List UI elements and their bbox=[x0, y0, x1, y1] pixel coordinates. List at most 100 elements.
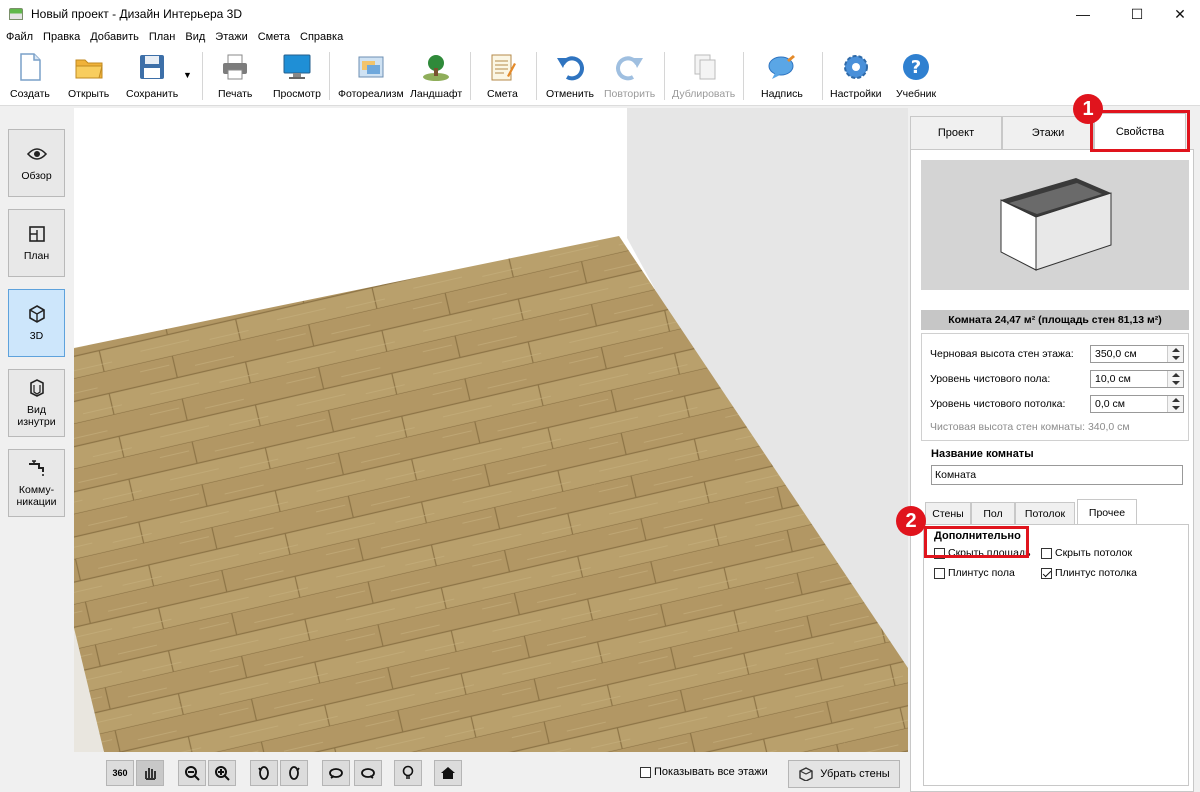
menu-estimate[interactable]: Смета bbox=[258, 31, 290, 43]
show-all-floors-checkbox[interactable]: Показывать все этажи bbox=[640, 766, 768, 778]
settings-button[interactable]: Настройки bbox=[830, 52, 882, 100]
tab-floor[interactable]: Пол bbox=[971, 502, 1015, 524]
zoom-in-button[interactable] bbox=[208, 760, 236, 786]
clean-height-info: Чистовая высота стен комнаты: 340,0 см bbox=[930, 421, 1130, 433]
hide-ceiling-box[interactable] bbox=[1041, 547, 1052, 559]
toolbar-separator bbox=[743, 52, 744, 100]
tab-ceiling[interactable]: Потолок bbox=[1015, 502, 1075, 524]
photoreal-button[interactable]: Фотореализм bbox=[338, 52, 404, 100]
menu-edit[interactable]: Правка bbox=[43, 31, 80, 43]
zoom-out-button[interactable] bbox=[178, 760, 206, 786]
rotate-right-icon bbox=[289, 766, 300, 780]
new-file-icon bbox=[15, 52, 45, 82]
spinner-arrows-icon[interactable] bbox=[1167, 396, 1183, 412]
estimate-button[interactable]: Смета bbox=[487, 52, 518, 100]
settings-label: Настройки bbox=[830, 88, 882, 100]
other-tab-body: Дополнительно Скрыть площадь Скрыть пото… bbox=[923, 524, 1189, 786]
menu-floors[interactable]: Этажи bbox=[215, 31, 247, 43]
duplicate-button[interactable]: Дублировать bbox=[672, 52, 735, 100]
undo-label: Отменить bbox=[546, 88, 594, 100]
cube-house-icon bbox=[28, 305, 45, 323]
menu-view[interactable]: Вид bbox=[185, 31, 205, 43]
rotate-right-button[interactable] bbox=[280, 760, 308, 786]
menu-add[interactable]: Добавить bbox=[90, 31, 139, 43]
room-name-title: Название комнаты bbox=[931, 448, 1034, 460]
tab-other[interactable]: Прочее bbox=[1077, 499, 1137, 525]
menu-plan[interactable]: План bbox=[149, 31, 176, 43]
help-icon: ? bbox=[901, 52, 931, 82]
printer-icon bbox=[220, 52, 250, 82]
print-button[interactable]: Печать bbox=[218, 52, 252, 100]
home-icon bbox=[441, 767, 455, 779]
highlight-floor-baseboard bbox=[924, 526, 1029, 558]
spinner-arrows-icon[interactable] bbox=[1167, 346, 1183, 362]
light-button[interactable] bbox=[394, 760, 422, 786]
overview-label: Обзор bbox=[21, 170, 52, 182]
title-bar: Новый проект - Дизайн Интерьера 3D — ☐ ✕ bbox=[0, 0, 1200, 28]
3d-viewport[interactable] bbox=[74, 108, 908, 752]
utilities-button[interactable]: Комму-никации bbox=[8, 449, 65, 517]
rotate-360-button[interactable]: 360 bbox=[106, 760, 134, 786]
tilt-up-button[interactable] bbox=[322, 760, 350, 786]
save-button[interactable]: Сохранить bbox=[126, 52, 178, 100]
rough-height-value: 350,0 см bbox=[1095, 348, 1137, 360]
save-dropdown-icon[interactable]: ▼ bbox=[183, 70, 192, 80]
tilt-down-button[interactable] bbox=[354, 760, 382, 786]
show-all-floors-box[interactable] bbox=[640, 766, 651, 778]
view-3d-button[interactable]: 3D bbox=[8, 289, 65, 357]
svg-text:?: ? bbox=[911, 57, 921, 78]
home-view-button[interactable] bbox=[434, 760, 462, 786]
hide-ceiling-label: Скрыть потолок bbox=[1055, 547, 1133, 559]
tutorial-button[interactable]: ? Учебник bbox=[896, 52, 936, 100]
menu-help[interactable]: Справка bbox=[300, 31, 343, 43]
remove-walls-button[interactable]: Убрать стены bbox=[788, 760, 900, 788]
create-button[interactable]: Создать bbox=[10, 52, 50, 100]
spinner-arrows-icon[interactable] bbox=[1167, 371, 1183, 387]
tree-icon bbox=[421, 52, 451, 82]
tab-project[interactable]: Проект bbox=[910, 116, 1002, 149]
maximize-button[interactable]: ☐ bbox=[1114, 0, 1160, 28]
toolbar-separator bbox=[536, 52, 537, 100]
gear-icon bbox=[841, 52, 871, 82]
speech-bubble-icon bbox=[767, 52, 797, 82]
room-name-input[interactable]: Комната bbox=[931, 465, 1183, 485]
room-caption: Комната 24,47 м² (площадь стен 81,13 м²) bbox=[921, 310, 1189, 330]
floor-baseboard-checkbox[interactable]: Плинтус пола bbox=[934, 567, 1015, 579]
ceiling-baseboard-checkbox[interactable]: Плинтус потолка bbox=[1041, 567, 1137, 579]
open-button[interactable]: Открыть bbox=[68, 52, 109, 100]
plan-label: План bbox=[23, 250, 50, 262]
overview-button[interactable]: Обзор bbox=[8, 129, 65, 197]
rough-height-input[interactable]: 350,0 см bbox=[1090, 345, 1184, 363]
print-label: Печать bbox=[218, 88, 253, 100]
inside-view-button[interactable]: Вид изнутри bbox=[8, 369, 65, 437]
zoom-in-icon bbox=[215, 766, 230, 781]
menu-bar: Файл Правка Добавить План Вид Этажи Смет… bbox=[0, 28, 1200, 46]
floor-baseboard-box[interactable] bbox=[934, 567, 945, 579]
toolbar-separator bbox=[470, 52, 471, 100]
floor-baseboard-label: Плинтус пола bbox=[948, 567, 1015, 579]
landscape-button[interactable]: Ландшафт bbox=[410, 52, 462, 100]
field-label-floor-level: Уровень чистового пола: bbox=[930, 373, 1051, 385]
minimize-button[interactable]: — bbox=[1060, 0, 1106, 28]
pan-hand-button[interactable] bbox=[136, 760, 164, 786]
ceiling-level-input[interactable]: 0,0 см bbox=[1090, 395, 1184, 413]
preview-button[interactable]: Просмотр bbox=[273, 52, 321, 100]
zoom-out-icon bbox=[185, 766, 200, 781]
redo-button[interactable]: Повторить bbox=[604, 52, 655, 100]
floor-level-input[interactable]: 10,0 см bbox=[1090, 370, 1184, 388]
estimate-label: Смета bbox=[487, 88, 518, 100]
plan-button[interactable]: План bbox=[8, 209, 65, 277]
label-label: Надпись bbox=[761, 88, 803, 100]
undo-button[interactable]: Отменить bbox=[546, 52, 594, 100]
rotate-left-button[interactable] bbox=[250, 760, 278, 786]
tab-walls[interactable]: Стены bbox=[925, 502, 971, 524]
close-button[interactable]: ✕ bbox=[1160, 0, 1200, 28]
label-button[interactable]: Надпись bbox=[761, 52, 803, 100]
hide-ceiling-checkbox[interactable]: Скрыть потолок bbox=[1041, 547, 1132, 559]
menu-file[interactable]: Файл bbox=[6, 31, 33, 43]
tilt-up-icon bbox=[329, 768, 343, 779]
properties-panel: Проект Этажи Свойства Комната 24,47 м² (… bbox=[908, 108, 1200, 792]
photo-icon bbox=[356, 52, 386, 82]
ceiling-baseboard-box[interactable] bbox=[1041, 567, 1052, 579]
room-3d-scene[interactable] bbox=[74, 108, 908, 752]
